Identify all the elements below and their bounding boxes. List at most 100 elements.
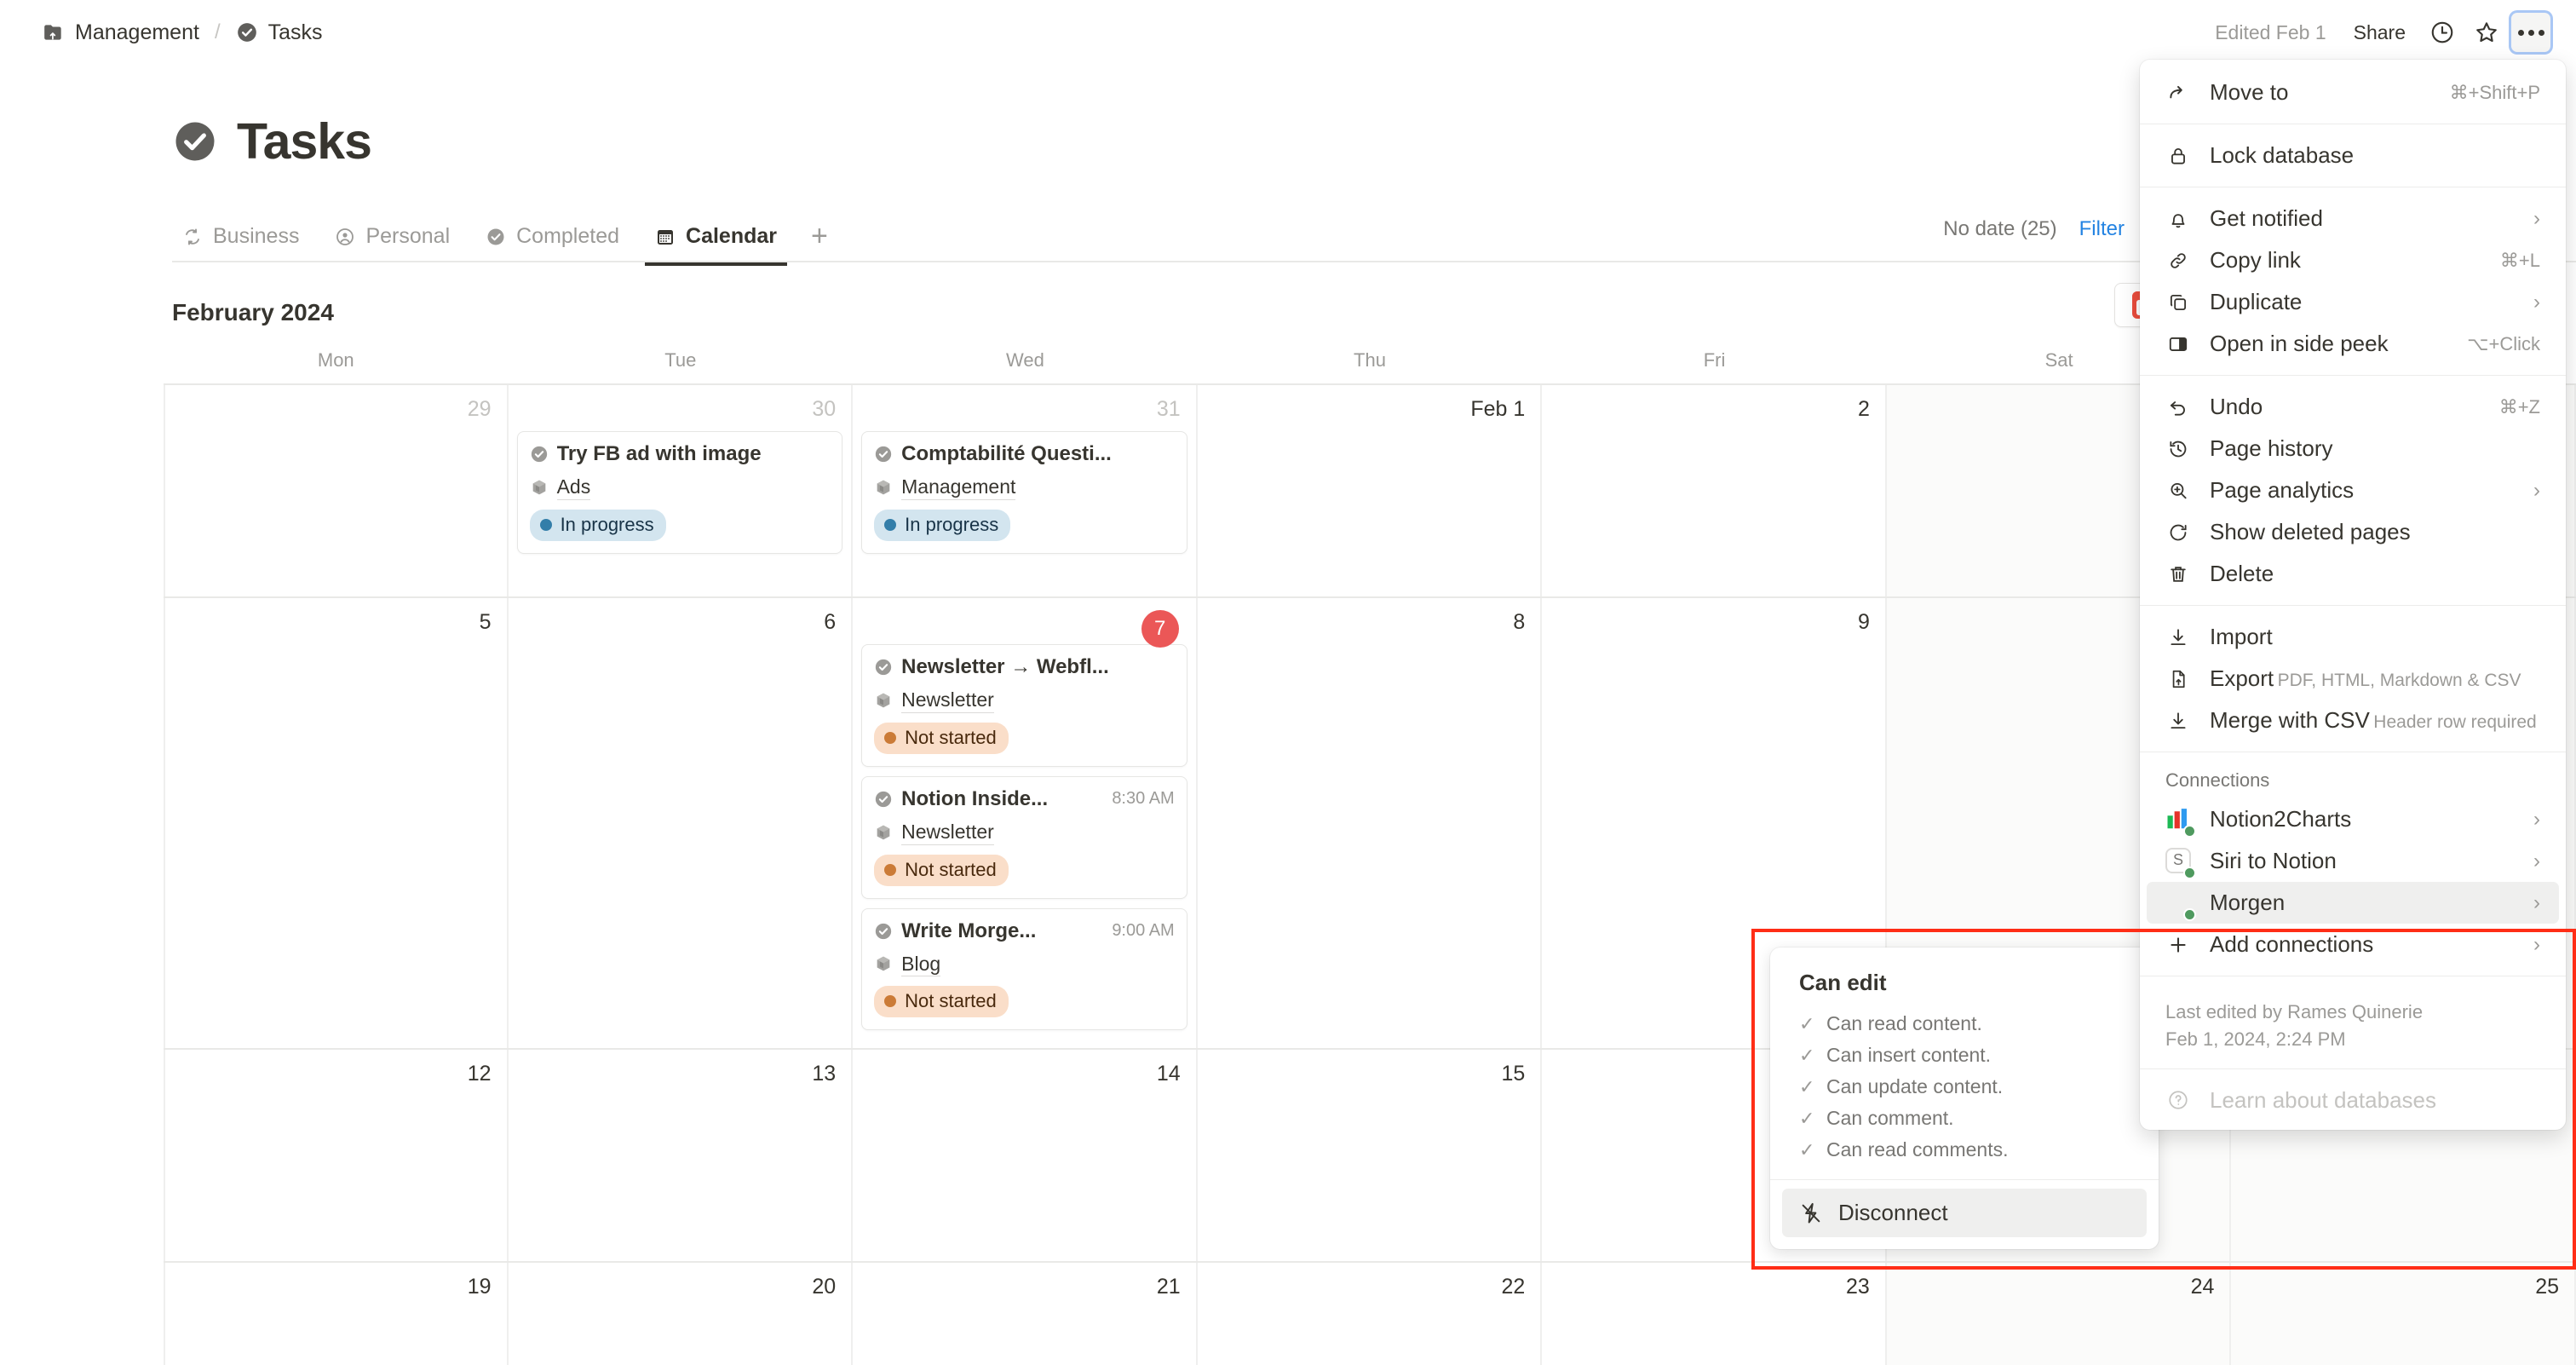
event-title-row: Newsletter → Webfl...: [874, 655, 1175, 679]
menu-item-lock-database[interactable]: Lock database: [2147, 135, 2559, 176]
menu-item-learn-about-databases[interactable]: Learn about databases: [2147, 1080, 2559, 1121]
menu-item-duplicate[interactable]: Duplicate ›: [2147, 281, 2559, 323]
breadcrumb-label-management: Management: [75, 20, 199, 44]
calendar-day-cell[interactable]: 30 Try FB ad with image Ads In progress: [509, 385, 854, 596]
no-date-count[interactable]: No date (25): [1943, 217, 2056, 241]
menu-item-page-history[interactable]: Page history: [2147, 428, 2559, 469]
check-circle-icon[interactable]: [874, 790, 893, 809]
check-circle-icon[interactable]: [874, 445, 893, 464]
page-title-check-circle-icon[interactable]: [172, 118, 218, 164]
share-button[interactable]: Share: [2342, 14, 2418, 51]
calendar-event-card[interactable]: Comptabilité Questi... Management In progr…: [861, 431, 1187, 554]
event-relation[interactable]: Newsletter: [874, 688, 1175, 713]
disconnect-button[interactable]: Disconnect: [1782, 1189, 2147, 1237]
menu-item-move-to[interactable]: Move to ⌘+Shift+P: [2147, 72, 2559, 113]
menu-item-siri-to-notion[interactable]: S Siri to Notion ›: [2147, 840, 2559, 882]
menu-item-show-deleted-pages[interactable]: Show deleted pages: [2147, 511, 2559, 553]
event-relation-label: Blog: [901, 952, 941, 977]
permission-row: ✓ Can insert content.: [1770, 1040, 2159, 1071]
calendar-event-card[interactable]: Try FB ad with image Ads In progress: [516, 431, 843, 554]
menu-label-page-analytics: Page analytics: [2210, 477, 2355, 503]
menu-item-undo[interactable]: Undo ⌘+Z: [2147, 386, 2559, 428]
calendar-day-cell[interactable]: 23: [1542, 1263, 1887, 1365]
calendar-day-cell[interactable]: 12: [164, 1050, 509, 1262]
breadcrumb-item-management[interactable]: Management: [34, 15, 208, 50]
menu-label-page-history: Page history: [2210, 435, 2333, 461]
menu-item-page-analytics[interactable]: Page analytics ›: [2147, 469, 2559, 511]
check-circle-icon[interactable]: [874, 922, 893, 941]
calendar-day-cell[interactable]: 14: [853, 1050, 1198, 1262]
check-circle-icon[interactable]: [530, 445, 549, 464]
menu-item-add-connections[interactable]: Add connections ›: [2147, 924, 2559, 965]
calendar-day-cell[interactable]: 19: [164, 1263, 509, 1365]
menu-item-delete[interactable]: Delete: [2147, 553, 2559, 595]
breadcrumb-item-tasks[interactable]: Tasks: [227, 15, 331, 50]
calendar-day-number: 19: [467, 1275, 492, 1299]
event-relation[interactable]: Ads: [530, 475, 831, 500]
calendar-day-cell[interactable]: 20: [509, 1263, 854, 1365]
event-relation[interactable]: Management: [874, 475, 1175, 500]
calendar-day-cell[interactable]: 21: [853, 1263, 1198, 1365]
calendar-today-badge: 7: [1141, 610, 1179, 648]
event-status-badge: Not started: [874, 722, 1009, 754]
more-options-button[interactable]: [2511, 13, 2550, 52]
menu-item-notion2charts[interactable]: Notion2Charts ›: [2147, 798, 2559, 840]
tab-business[interactable]: Business: [172, 224, 309, 266]
calendar-day-cell[interactable]: 13: [509, 1050, 854, 1262]
calendar-event-card[interactable]: Newsletter → Webfl... Newsletter Not start…: [861, 644, 1187, 767]
calendar-day-cell[interactable]: 22: [1198, 1263, 1543, 1365]
calendar-day-cell[interactable]: 6: [509, 598, 854, 1049]
calendar-day-number: 20: [812, 1275, 837, 1299]
calendar-day-cell[interactable]: 15: [1198, 1050, 1543, 1262]
menu-item-merge-with-csv[interactable]: Merge with CSV Header row required: [2147, 700, 2559, 741]
menu-label-learn-about-databases: Learn about databases: [2210, 1086, 2436, 1113]
import-icon: [2165, 625, 2191, 650]
menu-item-get-notified[interactable]: Get notified ›: [2147, 198, 2559, 239]
menu-item-morgen[interactable]: Morgen ›: [2147, 882, 2559, 924]
star-icon[interactable]: [2467, 13, 2506, 52]
calendar-event-card[interactable]: Write Morge... 9:00 AM Blog Not started: [861, 907, 1187, 1031]
edited-timestamp: Edited Feb 1: [2215, 20, 2326, 43]
menu-shortcut-copy-link: ⌘+L: [2499, 249, 2540, 271]
tab-calendar[interactable]: Calendar: [645, 224, 788, 266]
calendar-day-number: 12: [467, 1062, 492, 1086]
filter-button[interactable]: Filter: [2079, 217, 2125, 241]
menu-item-export[interactable]: Export PDF, HTML, Markdown & CSV: [2147, 658, 2559, 700]
calendar-event-card[interactable]: Notion Inside... 8:30 AM Newsletter Not sta…: [861, 775, 1187, 899]
calendar-day-cell[interactable]: 2: [1542, 385, 1887, 596]
check-circle-icon[interactable]: [874, 658, 893, 677]
event-title-row: Write Morge... 9:00 AM: [874, 919, 1175, 943]
menu-label-notion2charts: Notion2Charts: [2210, 806, 2352, 832]
tab-label-business: Business: [213, 224, 300, 248]
clock-icon[interactable]: [2423, 13, 2462, 52]
menu-label-show-deleted-pages: Show deleted pages: [2210, 519, 2411, 544]
tab-personal[interactable]: Personal: [325, 224, 460, 266]
event-time: 8:30 AM: [1112, 789, 1175, 809]
calendar-day-cell[interactable]: 25: [2231, 1263, 2576, 1365]
event-relation[interactable]: Newsletter: [874, 820, 1175, 845]
menu-label-merge-with-csv: Merge with CSV: [2210, 707, 2370, 733]
chevron-right-icon: ›: [2533, 932, 2540, 956]
tab-completed[interactable]: Completed: [475, 224, 630, 266]
status-dot: [539, 518, 552, 531]
calendar-day-number: 13: [812, 1062, 837, 1086]
last-edited-by: Last edited by Rames Quinerie: [2165, 1001, 2424, 1022]
weekday-wed: Wed: [1006, 349, 1044, 371]
menu-item-open-in-side-peek[interactable]: Open in side peek ⌥+Click: [2147, 323, 2559, 365]
calendar-day-cell[interactable]: 29: [164, 385, 509, 596]
calendar-day-cell[interactable]: Feb 1: [1198, 385, 1543, 596]
calendar-day-cell[interactable]: 31 Comptabilité Questi... Management In pro…: [853, 385, 1198, 596]
event-relation[interactable]: Blog: [874, 952, 1175, 977]
calendar-day-cell[interactable]: 7 Newsletter → Webfl... Newsletter Not star…: [853, 598, 1198, 1049]
menu-item-copy-link[interactable]: Copy link ⌘+L: [2147, 239, 2559, 281]
event-status-badge: Not started: [874, 986, 1009, 1018]
permission-row: ✓ Can comment.: [1770, 1103, 2159, 1134]
menu-item-import[interactable]: Import: [2147, 616, 2559, 658]
check-icon: ✓: [1799, 1107, 1815, 1129]
link-icon: [2165, 248, 2191, 274]
status-label: Not started: [905, 726, 997, 748]
calendar-day-cell[interactable]: 8: [1198, 598, 1543, 1049]
calendar-day-cell[interactable]: 5: [164, 598, 509, 1049]
calendar-day-cell[interactable]: 24: [1886, 1263, 2232, 1365]
add-view-button[interactable]: +: [802, 222, 837, 266]
